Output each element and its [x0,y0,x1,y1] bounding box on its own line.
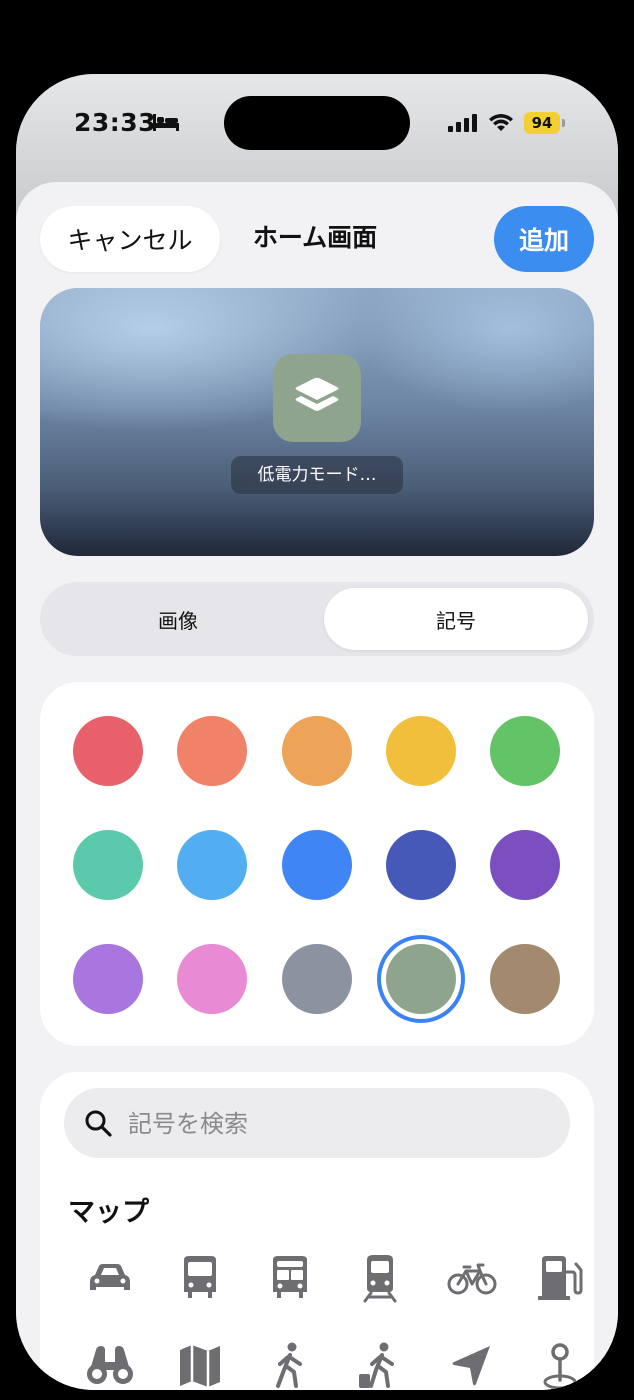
symbol-bus[interactable] [174,1252,226,1304]
walking-person-icon [276,1342,302,1388]
color-swatch-red[interactable] [73,716,143,786]
add-button[interactable]: 追加 [494,206,594,272]
symbol-fuel[interactable] [534,1252,586,1304]
layers-icon [295,377,339,411]
color-swatch-light-blue[interactable] [177,830,247,900]
color-swatch-teal[interactable] [73,830,143,900]
search-icon [85,1110,112,1137]
color-swatch-purple[interactable] [490,830,560,900]
color-swatch-lavender[interactable] [73,944,143,1014]
home-screen-preview: 低電力モード… [40,288,594,556]
battery-tip [562,119,565,127]
cancel-button[interactable]: キャンセル [40,206,220,272]
status-bar: 23:33 94 [16,74,618,174]
person-with-luggage-icon [359,1342,394,1388]
segment-image[interactable]: 画像 [46,588,310,650]
color-swatch-coral[interactable] [177,716,247,786]
bus-front-icon [273,1256,307,1298]
symbol-bicycle[interactable] [446,1252,498,1304]
color-swatch-orange[interactable] [282,716,352,786]
add-to-home-sheet: キャンセル ホーム画面 追加 低電力モード… 画像 記号 記号を検索 マップ [16,182,618,1390]
symbol-traveler[interactable] [354,1340,406,1390]
color-swatch-sage[interactable] [386,944,456,1014]
status-time: 23:33 [74,108,157,137]
color-swatch-yellow[interactable] [386,716,456,786]
color-swatch-blue[interactable] [282,830,352,900]
pin-on-map-icon [543,1343,577,1390]
fuel-pump-icon [538,1256,583,1300]
tram-icon [363,1255,397,1303]
symbol-map[interactable] [174,1340,226,1390]
phone-frame: 23:33 94 キャンセル ホーム画面 追加 低電力モード… 画像 記号 記号… [16,74,618,1390]
symbol-location[interactable] [446,1340,498,1390]
symbol-pin[interactable] [534,1340,586,1390]
binoculars-icon [87,1346,133,1384]
map-icon [180,1345,220,1387]
signal-icon [448,114,477,132]
car-icon [90,1264,130,1290]
color-swatch-gray[interactable] [282,944,352,1014]
symbol-search-bar[interactable] [64,1088,570,1160]
app-name-label[interactable]: 低電力モード… [231,456,403,494]
battery-icon: 94 [524,112,560,134]
bed-icon [153,114,179,131]
symbol-car[interactable] [84,1252,136,1304]
symbol-binoculars[interactable] [84,1340,136,1390]
color-picker-card [40,682,594,1046]
bicycle-icon [447,1263,497,1295]
symbol-picker-card: マップ [40,1072,594,1390]
section-title-map: マップ [68,1197,149,1228]
symbol-search-input[interactable] [126,1088,550,1160]
location-arrow-icon [452,1346,490,1386]
symbol-bus-front[interactable] [264,1252,316,1304]
symbol-walking[interactable] [264,1340,316,1390]
icon-type-segmented-control: 画像 記号 [40,582,594,656]
sheet-title: ホーム画面 [252,223,378,252]
app-icon-preview[interactable] [273,354,361,442]
bus-icon [184,1256,216,1298]
color-swatch-green[interactable] [490,716,560,786]
dynamic-island [224,96,410,150]
wifi-icon [489,114,513,131]
segment-symbol[interactable]: 記号 [324,588,588,650]
color-swatch-pink[interactable] [177,944,247,1014]
color-swatch-indigo[interactable] [386,830,456,900]
color-swatch-brown[interactable] [490,944,560,1014]
symbol-tram[interactable] [354,1252,406,1304]
